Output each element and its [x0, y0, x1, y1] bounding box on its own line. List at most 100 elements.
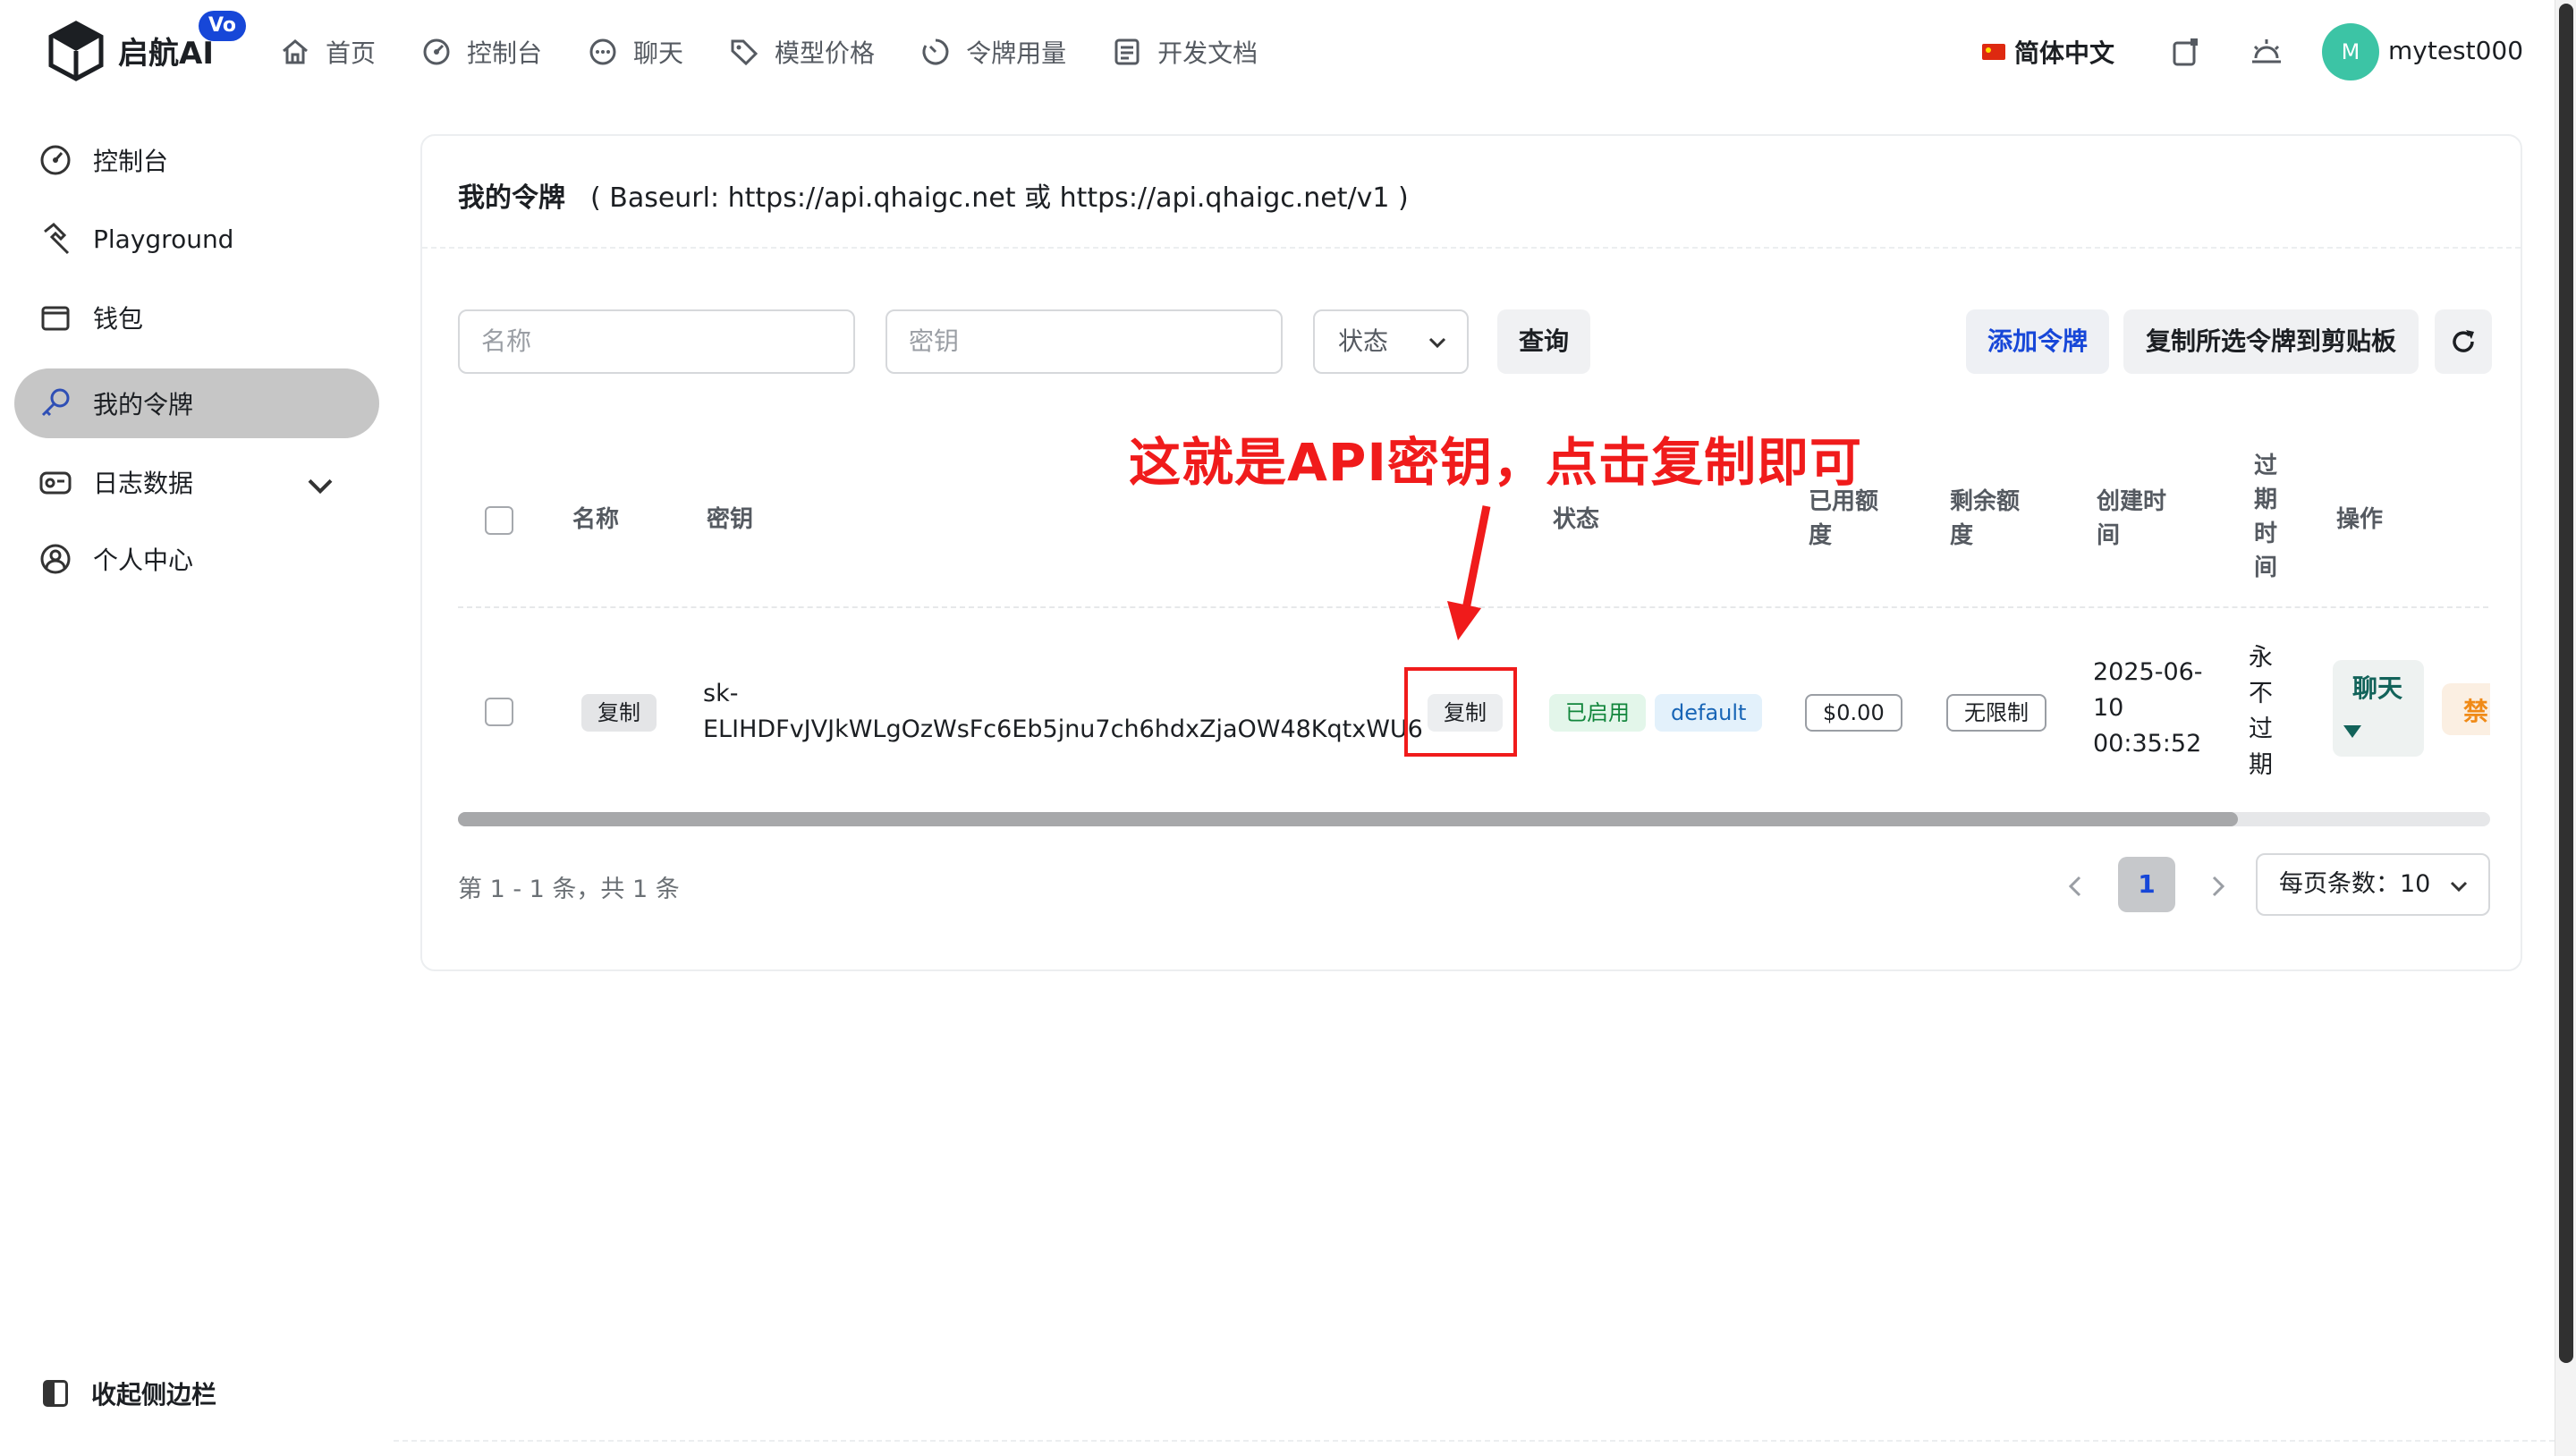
- nav-console[interactable]: 控制台: [420, 27, 542, 77]
- header-expire-time: 过期时间: [2254, 453, 2278, 581]
- nav-home-label: 首页: [326, 38, 377, 68]
- nav-chat-label: 聊天: [633, 38, 684, 68]
- annotation-text: 这就是API密钥，点击复制即可: [1129, 432, 1862, 493]
- nav-docs-label: 开发文档: [1157, 38, 1258, 68]
- caret-down-icon: [2343, 725, 2361, 738]
- disable-action-button[interactable]: 禁: [2442, 683, 2490, 735]
- sidebar-item-label: 个人中心: [93, 546, 194, 575]
- group-badge: default: [1655, 694, 1763, 732]
- select-all-checkbox[interactable]: [485, 506, 513, 535]
- query-button[interactable]: 查询: [1497, 309, 1590, 374]
- language-label: 简体中文: [2014, 38, 2115, 68]
- baseurl-text: ( Baseurl: https://api.qhaigc.net 或 http…: [590, 182, 1409, 214]
- key-search-input[interactable]: 密钥: [886, 309, 1283, 374]
- brand-badge: Vo: [199, 11, 246, 41]
- page-size-select[interactable]: 每页条数：10: [2256, 853, 2490, 916]
- disable-action-label: 禁: [2463, 697, 2489, 726]
- nav-chat[interactable]: 聊天: [587, 27, 683, 77]
- page-number-button[interactable]: 1: [2118, 857, 2175, 912]
- header-created-time: 创建时间: [2097, 488, 2167, 549]
- status-select[interactable]: 状态: [1313, 309, 1469, 374]
- chat-action-label: 聊天: [2352, 673, 2403, 703]
- nav-usage-label: 令牌用量: [966, 38, 1067, 68]
- sidebar-item-profile[interactable]: 个人中心: [14, 524, 379, 594]
- pagination-summary: 第 1 - 1 条，共 1 条: [458, 876, 680, 903]
- document-icon: [1114, 38, 1140, 65]
- logo-icon[interactable]: [45, 20, 107, 82]
- header-remaining-quota: 剩余额度: [1950, 488, 2021, 549]
- sidebar-item-label: Playground: [93, 224, 234, 254]
- expire-time: 永不过期: [2249, 644, 2273, 779]
- refresh-button[interactable]: [2435, 309, 2492, 374]
- chevron-right-icon[interactable]: [2204, 873, 2231, 900]
- header-key: 密钥: [707, 506, 754, 533]
- chevron-down-icon: [1428, 337, 1446, 349]
- card-header: 我的令牌 ( Baseurl: https://api.qhaigc.net 或…: [458, 175, 1409, 215]
- annotation-arrow-icon: [1447, 505, 1491, 640]
- copy-selected-button[interactable]: 复制所选令牌到剪贴板: [2123, 309, 2419, 374]
- nav-pricing-label: 模型价格: [775, 38, 876, 68]
- page-title: 我的令牌: [458, 182, 565, 214]
- header-actions: 操作: [2336, 506, 2384, 533]
- annotation-highlight-box: [1404, 667, 1517, 757]
- header-status: 状态: [1553, 506, 1600, 533]
- nav-home[interactable]: 首页: [279, 27, 376, 77]
- top-header: 启航AI Vo 首页 控制台 聊天 模型价格 令牌用量 开发文档 简体中文 M …: [0, 0, 2555, 104]
- divider: [394, 1440, 2555, 1442]
- log-icon: [39, 471, 72, 495]
- china-flag-icon: [1982, 44, 2005, 60]
- sidebar-item-logs[interactable]: 日志数据: [14, 447, 379, 517]
- avatar[interactable]: M: [2322, 23, 2379, 80]
- row-checkbox[interactable]: [485, 698, 513, 726]
- usage-icon: [922, 38, 949, 65]
- sidebar: 控制台 Playground 钱包 我的令牌 日志数据 个人中心: [0, 104, 394, 1456]
- api-key-value: ELIHDFvJVJkWLgOzWsFc6Eb5jnu7ch6hdxZjaOW4…: [703, 715, 1423, 743]
- nav-console-label: 控制台: [467, 38, 543, 68]
- chat-action-button[interactable]: 聊天: [2333, 660, 2424, 757]
- chevron-left-icon[interactable]: [2063, 873, 2089, 900]
- dashboard-icon: [40, 145, 71, 175]
- add-token-button[interactable]: 添加令牌: [1966, 309, 2109, 374]
- key-prefix: sk-: [703, 680, 739, 707]
- key-icon: [41, 388, 70, 417]
- user-icon: [40, 544, 71, 574]
- theme-toggle-icon[interactable]: [2249, 34, 2284, 70]
- collapse-sidebar-button[interactable]: 收起侧边栏: [43, 1376, 216, 1411]
- name-search-input[interactable]: 名称: [458, 309, 855, 374]
- refresh-icon: [2453, 330, 2474, 352]
- copy-name-button[interactable]: 复制: [581, 694, 657, 732]
- chevron-down-icon[interactable]: [302, 469, 338, 504]
- username[interactable]: mytest000: [2388, 36, 2523, 65]
- remaining-quota-badge: 无限制: [1946, 694, 2046, 732]
- nav-docs[interactable]: 开发文档: [1111, 27, 1258, 77]
- sidebar-toggle-icon: [43, 1380, 68, 1407]
- tag-icon: [731, 39, 758, 66]
- top-nav: 首页 控制台 聊天 模型价格 令牌用量 开发文档: [279, 27, 1302, 77]
- divider: [422, 247, 2521, 249]
- used-quota-badge: $0.00: [1805, 694, 1902, 732]
- sidebar-item-my-tokens[interactable]: 我的令牌: [14, 368, 379, 438]
- sidebar-item-label: 我的令牌: [93, 390, 194, 419]
- created-time: 2025-06-10 00:35:52: [2093, 658, 2203, 758]
- page-size-label: 每页条数：10: [2279, 870, 2431, 898]
- sidebar-item-wallet[interactable]: 钱包: [14, 283, 379, 352]
- chevron-down-icon: [2450, 881, 2468, 893]
- language-selector[interactable]: 简体中文: [1982, 34, 2114, 70]
- brand-name[interactable]: 启航AI: [118, 29, 214, 72]
- scrollbar-thumb[interactable]: [2559, 4, 2573, 1363]
- scrollbar-thumb[interactable]: [458, 812, 2238, 826]
- table-horizontal-scrollbar[interactable]: [458, 812, 2490, 826]
- sidebar-item-label: 日志数据: [93, 469, 194, 498]
- wallet-icon: [41, 306, 70, 331]
- status-select-label: 状态: [1338, 326, 1389, 356]
- external-link-icon[interactable]: [2168, 34, 2204, 70]
- sidebar-item-console[interactable]: 控制台: [14, 125, 379, 195]
- chat-icon: [589, 38, 616, 65]
- sidebar-item-playground[interactable]: Playground: [14, 204, 379, 274]
- nav-pricing[interactable]: 模型价格: [728, 27, 875, 77]
- home-icon: [283, 39, 308, 64]
- collapse-sidebar-label: 收起侧边栏: [91, 1380, 217, 1409]
- hammer-icon: [44, 222, 70, 255]
- nav-usage[interactable]: 令牌用量: [919, 27, 1066, 77]
- page-vertical-scrollbar[interactable]: [2555, 0, 2576, 1456]
